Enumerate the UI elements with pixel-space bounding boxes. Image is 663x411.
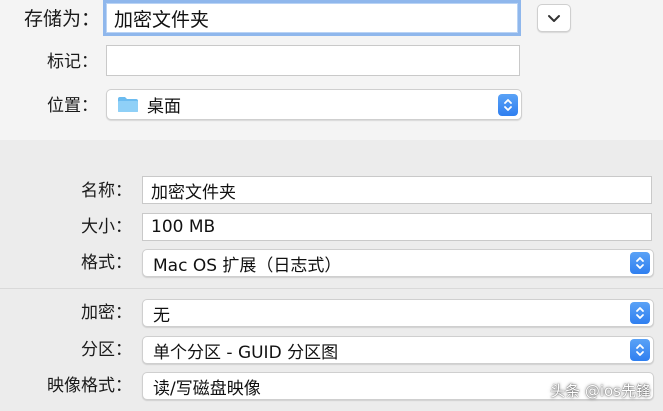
save-as-label: 存储为： [23, 8, 100, 30]
up-down-arrows-icon [504, 98, 512, 111]
size-label: 大小： [81, 217, 132, 237]
up-down-arrows-icon [636, 344, 644, 356]
location-value: 桌面 [147, 97, 181, 117]
size-input[interactable]: 100 MB [142, 213, 652, 241]
image-format-label: 映像格式： [47, 376, 132, 396]
encryption-stepper [630, 302, 650, 324]
partition-stepper [630, 339, 650, 361]
format-value: Mac OS 扩展（日志式） [153, 255, 342, 276]
folder-icon [117, 96, 139, 113]
name-input[interactable]: 加密文件夹 [142, 176, 652, 204]
location-label: 位置： [47, 96, 98, 116]
save-sheet: 存储为： 加密文件夹 标记： 位置： 桌面 [0, 0, 663, 140]
save-dialog: 存储为： 加密文件夹 标记： 位置： 桌面 名称： 加密文件夹 大小： 100 … [0, 0, 663, 411]
up-down-arrows-icon [636, 307, 644, 319]
image-format-value: 读/写磁盘映像 [153, 378, 261, 399]
location-stepper [498, 93, 518, 116]
name-value: 加密文件夹 [151, 182, 236, 203]
encryption-label: 加密： [81, 303, 132, 323]
encryption-popup[interactable]: 无 [142, 299, 654, 327]
watermark: 头条 @ios先锋 [550, 382, 651, 400]
save-as-input[interactable]: 加密文件夹 [103, 0, 521, 36]
chevron-down-icon [548, 14, 560, 22]
format-label: 格式： [81, 253, 132, 273]
options-divider [0, 288, 663, 289]
expand-button[interactable] [537, 4, 571, 32]
tags-input[interactable] [106, 45, 520, 76]
save-as-value: 加密文件夹 [114, 8, 210, 31]
size-value: 100 MB [151, 217, 216, 237]
encryption-value: 无 [153, 305, 170, 326]
format-stepper [630, 252, 650, 274]
partition-label: 分区： [81, 340, 132, 360]
partition-popup[interactable]: 单个分区 - GUID 分区图 [142, 336, 654, 364]
tags-label: 标记： [47, 52, 98, 72]
name-label: 名称： [81, 181, 132, 201]
up-down-arrows-icon [636, 257, 644, 269]
format-popup[interactable]: Mac OS 扩展（日志式） [142, 249, 654, 277]
location-popup[interactable]: 桌面 [106, 89, 522, 120]
partition-value: 单个分区 - GUID 分区图 [153, 342, 339, 363]
image-options-panel: 名称： 加密文件夹 大小： 100 MB 格式： Mac OS 扩展（日志式） … [0, 140, 663, 411]
